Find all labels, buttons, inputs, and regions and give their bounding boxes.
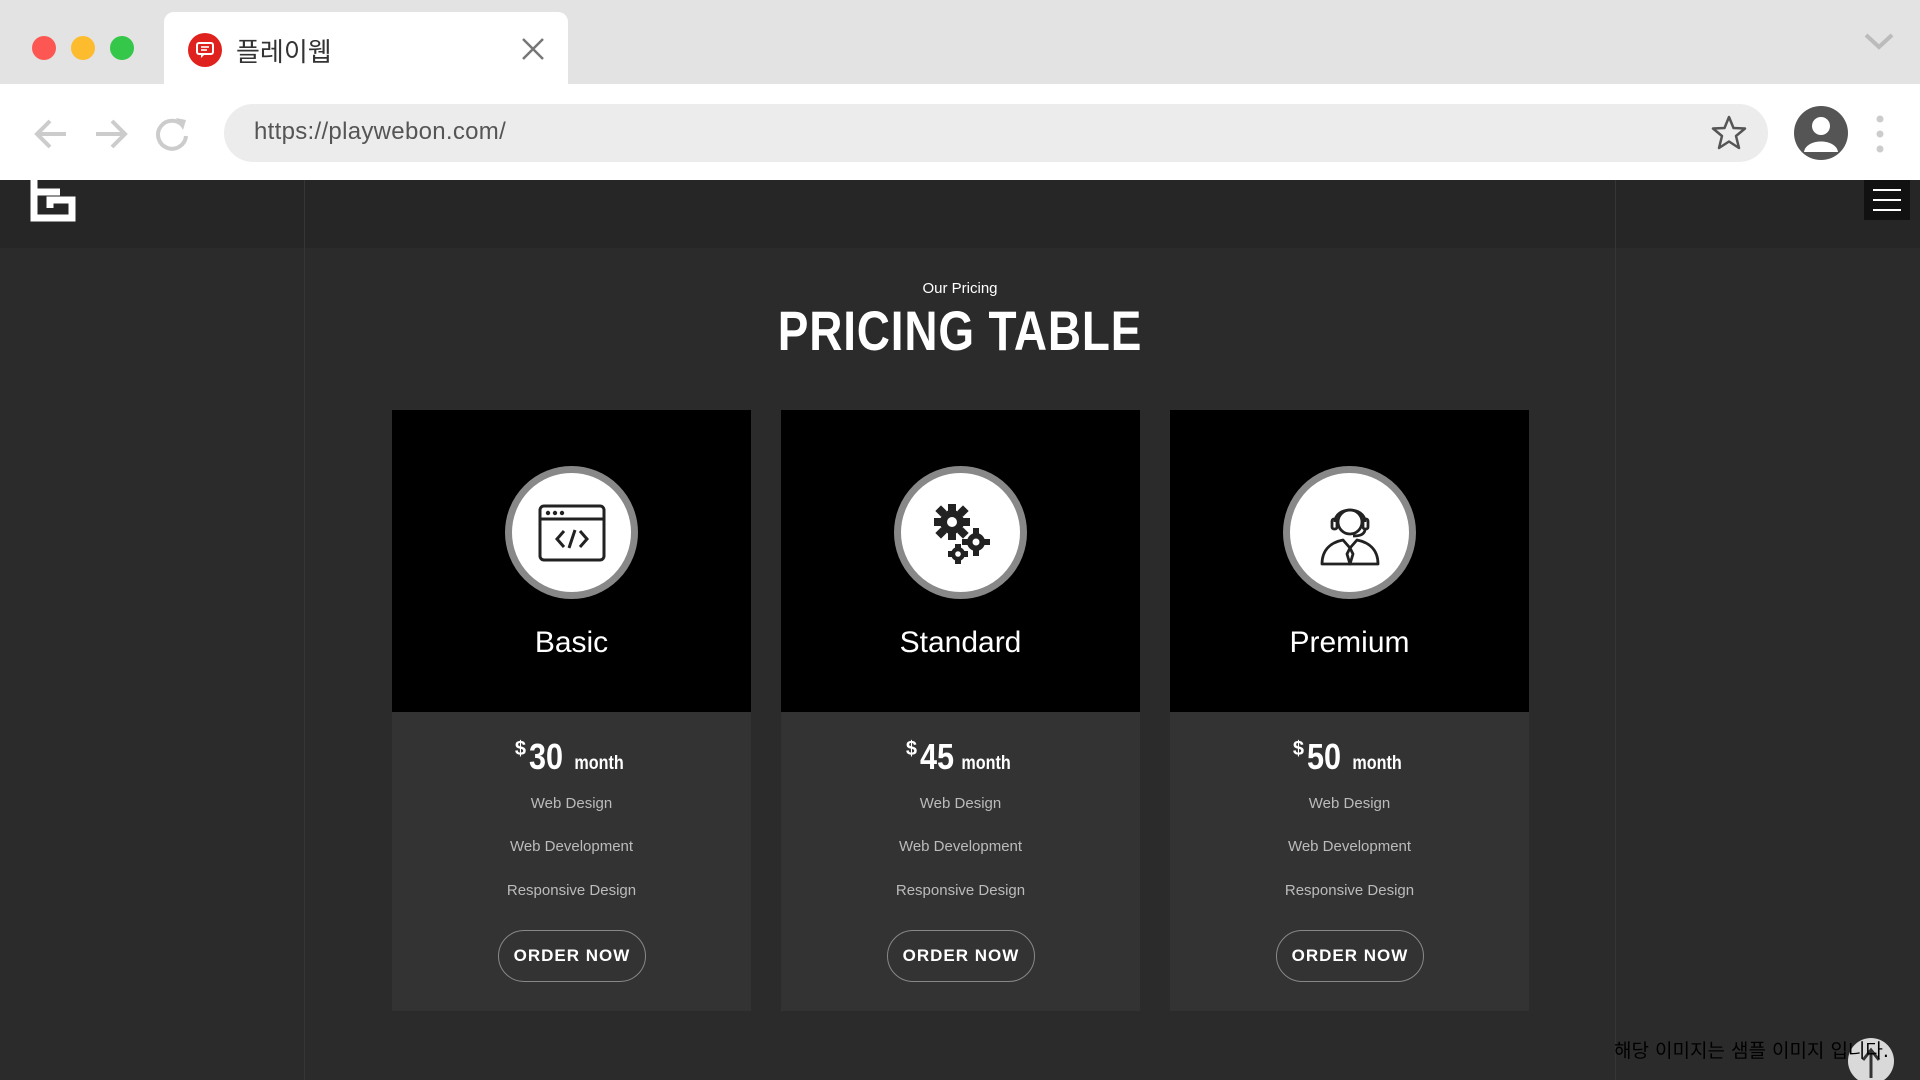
card-header: Basic: [392, 410, 751, 712]
reload-icon[interactable]: [150, 112, 194, 156]
gears-icon: [894, 466, 1027, 599]
price-currency: $: [514, 738, 527, 760]
plan-feature: Web Design: [1308, 795, 1391, 812]
profile-avatar-icon[interactable]: [1794, 106, 1848, 160]
plan-feature: Web Design: [530, 795, 613, 812]
browser-tab-bar: 플레이웹: [0, 0, 1920, 84]
order-now-button[interactable]: ORDER NOW: [498, 930, 646, 982]
plan-name: Premium: [1289, 626, 1410, 659]
pricing-card-standard: Standard $45 month Web Design Web Develop…: [781, 410, 1140, 1011]
browser-tab[interactable]: 플레이웹: [164, 12, 568, 84]
chevron-down-icon[interactable]: [1862, 30, 1896, 52]
order-now-button[interactable]: ORDER NOW: [887, 930, 1035, 982]
code-window-icon: [505, 466, 638, 599]
price-period: month: [961, 753, 1011, 774]
plan-name: Standard: [899, 626, 1022, 659]
card-header: Premium: [1170, 410, 1529, 712]
close-window-button[interactable]: [32, 36, 56, 60]
section-title: PRICING TABLE: [777, 299, 1143, 362]
price-period: month: [574, 753, 624, 774]
price-amount: 45: [920, 736, 955, 777]
bookmark-star-icon[interactable]: [1710, 114, 1748, 152]
tab-title: 플레이웹: [236, 38, 332, 68]
back-arrow-icon[interactable]: [30, 112, 74, 156]
minimize-window-button[interactable]: [71, 36, 95, 60]
address-bar[interactable]: https://playwebon.com/: [224, 104, 1768, 162]
maximize-window-button[interactable]: [110, 36, 134, 60]
site-logo[interactable]: [30, 180, 78, 224]
forward-arrow-icon[interactable]: [88, 112, 132, 156]
plan-feature: Responsive Design: [1284, 882, 1415, 899]
web-page: Our Pricing PRICING TABLE Basic $30 month…: [0, 180, 1920, 1080]
site-favicon-icon: [188, 33, 222, 67]
pricing-card-basic: Basic $30 month Web Design Web Developmen…: [392, 410, 751, 1011]
support-agent-icon: [1283, 466, 1416, 599]
card-header: Standard: [781, 410, 1140, 712]
section-eyebrow: Our Pricing: [922, 280, 998, 297]
plan-feature: Web Development: [509, 838, 634, 855]
order-now-button[interactable]: ORDER NOW: [1276, 930, 1424, 982]
tab-close-icon[interactable]: [518, 34, 548, 64]
site-header: [0, 180, 1920, 248]
plan-price: $45 month: [781, 736, 1140, 778]
plan-name: Basic: [534, 626, 609, 659]
price-period: month: [1352, 753, 1402, 774]
plan-price: $30 month: [392, 736, 751, 778]
price-amount: 30: [529, 736, 564, 777]
plan-feature: Web Design: [919, 795, 1002, 812]
price-currency: $: [1292, 738, 1305, 760]
price-amount: 50: [1307, 736, 1342, 777]
plan-price: $50 month: [1170, 736, 1529, 778]
pricing-card-premium: Premium $50 month Web Design Web Developm…: [1170, 410, 1529, 1011]
plan-feature: Responsive Design: [895, 882, 1026, 899]
sample-image-notice: 해당 이미지는 샘플 이미지 입니다.: [1614, 1040, 1889, 1062]
url-text: https://playwebon.com/: [254, 118, 507, 145]
price-currency: $: [905, 738, 918, 760]
plan-feature: Responsive Design: [506, 882, 637, 899]
browser-toolbar: https://playwebon.com/: [0, 84, 1920, 180]
hamburger-menu-icon[interactable]: [1864, 180, 1910, 220]
plan-feature: Web Development: [898, 838, 1023, 855]
plan-feature: Web Development: [1287, 838, 1412, 855]
browser-menu-icon[interactable]: [1874, 114, 1886, 154]
